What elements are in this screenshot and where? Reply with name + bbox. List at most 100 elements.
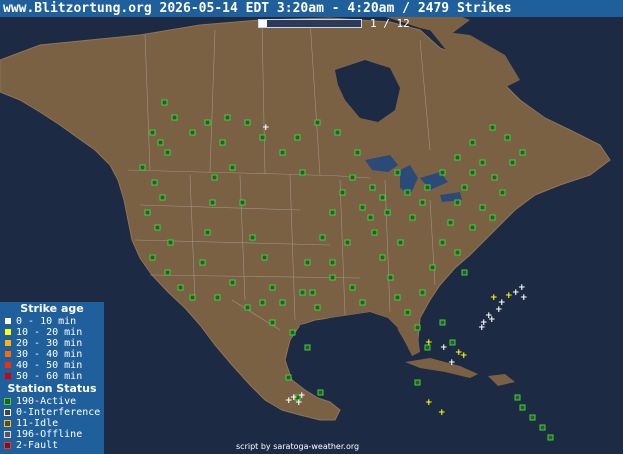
strike-age-swatch — [5, 318, 11, 324]
strike-age-label: 20 - 30 min — [16, 338, 83, 349]
strike-age-swatch — [5, 340, 11, 346]
animation-slider[interactable] — [258, 19, 362, 28]
station-marker — [317, 389, 324, 396]
station-marker — [259, 134, 266, 141]
animation-slider-knob[interactable] — [259, 20, 268, 27]
station-marker — [319, 234, 326, 241]
station-marker — [509, 159, 516, 166]
station-status-row: 0-Interference — [0, 407, 104, 418]
station-marker — [461, 184, 468, 191]
station-marker — [449, 339, 456, 346]
station-marker — [367, 214, 374, 221]
strike-age-swatch — [5, 329, 11, 335]
station-marker — [164, 269, 171, 276]
station-marker — [314, 119, 321, 126]
station-marker — [171, 114, 178, 121]
station-marker — [397, 239, 404, 246]
strike-marker: + — [440, 343, 448, 353]
station-marker — [414, 379, 421, 386]
station-marker — [334, 129, 341, 136]
station-status-swatch — [4, 420, 11, 427]
strike-age-title: Strike age — [20, 302, 84, 315]
station-marker — [154, 224, 161, 231]
station-status-row: 2-Fault — [0, 440, 104, 451]
station-marker — [269, 284, 276, 291]
station-marker — [329, 274, 336, 281]
station-marker — [369, 184, 376, 191]
station-marker — [229, 164, 236, 171]
station-marker — [279, 149, 286, 156]
station-marker — [244, 119, 251, 126]
strike-marker: + — [298, 391, 306, 401]
strike-marker: + — [425, 398, 433, 408]
station-marker — [409, 214, 416, 221]
station-marker — [519, 404, 526, 411]
station-marker — [479, 204, 486, 211]
station-marker — [349, 284, 356, 291]
station-marker — [177, 284, 184, 291]
strike-age-label: 10 - 20 min — [16, 327, 83, 338]
station-marker — [547, 434, 554, 441]
strike-age-label: 30 - 40 min — [16, 349, 83, 360]
strike-age-row: 0 - 10 min — [0, 316, 104, 327]
station-marker — [204, 229, 211, 236]
strike-marker: + — [518, 283, 526, 293]
strike-age-swatch — [5, 362, 11, 368]
station-marker — [394, 294, 401, 301]
strike-marker: + — [488, 315, 496, 325]
station-marker — [354, 149, 361, 156]
station-marker — [447, 219, 454, 226]
strike-marker: + — [438, 408, 446, 418]
strike-marker: + — [478, 323, 486, 333]
station-marker — [454, 154, 461, 161]
station-marker — [454, 249, 461, 256]
station-marker — [519, 149, 526, 156]
station-status-label: 190-Active — [16, 396, 77, 407]
station-marker — [514, 394, 521, 401]
station-marker — [189, 129, 196, 136]
station-status-label: 11-Idle — [16, 418, 59, 429]
station-marker — [239, 199, 246, 206]
station-marker — [204, 119, 211, 126]
strike-age-row: 20 - 30 min — [0, 338, 104, 349]
station-marker — [229, 279, 236, 286]
station-marker — [224, 114, 231, 121]
strike-marker: + — [495, 305, 503, 315]
strike-age-row: 40 - 50 min — [0, 360, 104, 371]
station-marker — [359, 299, 366, 306]
station-marker — [304, 344, 311, 351]
station-status-row: 196-Offline — [0, 429, 104, 440]
station-marker — [414, 324, 421, 331]
strike-age-label: 50 - 60 min — [16, 371, 83, 382]
station-marker — [211, 174, 218, 181]
station-marker — [209, 199, 216, 206]
station-marker — [424, 184, 431, 191]
station-marker — [167, 239, 174, 246]
station-marker — [529, 414, 536, 421]
station-marker — [244, 304, 251, 311]
station-marker — [149, 129, 156, 136]
station-status-swatch — [4, 398, 11, 405]
strike-marker: + — [448, 358, 456, 368]
station-marker — [149, 254, 156, 261]
station-marker — [157, 139, 164, 146]
station-status-label: 0-Interference — [16, 407, 101, 418]
station-marker — [339, 189, 346, 196]
station-marker — [419, 199, 426, 206]
station-marker — [139, 164, 146, 171]
map-title: www.Blitzortung.org 2026-05-14 EDT 3:20a… — [0, 0, 623, 17]
station-marker — [387, 274, 394, 281]
legend: Strike age 0 - 10 min 10 - 20 min 20 - 30 … — [0, 302, 104, 454]
station-marker — [469, 139, 476, 146]
station-marker — [419, 289, 426, 296]
station-marker — [219, 139, 226, 146]
station-marker — [259, 299, 266, 306]
station-status-row: 190-Active — [0, 396, 104, 407]
strike-marker: + — [285, 396, 293, 406]
strike-marker: + — [425, 338, 433, 348]
station-marker — [164, 149, 171, 156]
strike-marker: + — [460, 351, 468, 361]
station-marker — [359, 204, 366, 211]
strike-age-swatch — [5, 351, 11, 357]
station-marker — [469, 169, 476, 176]
